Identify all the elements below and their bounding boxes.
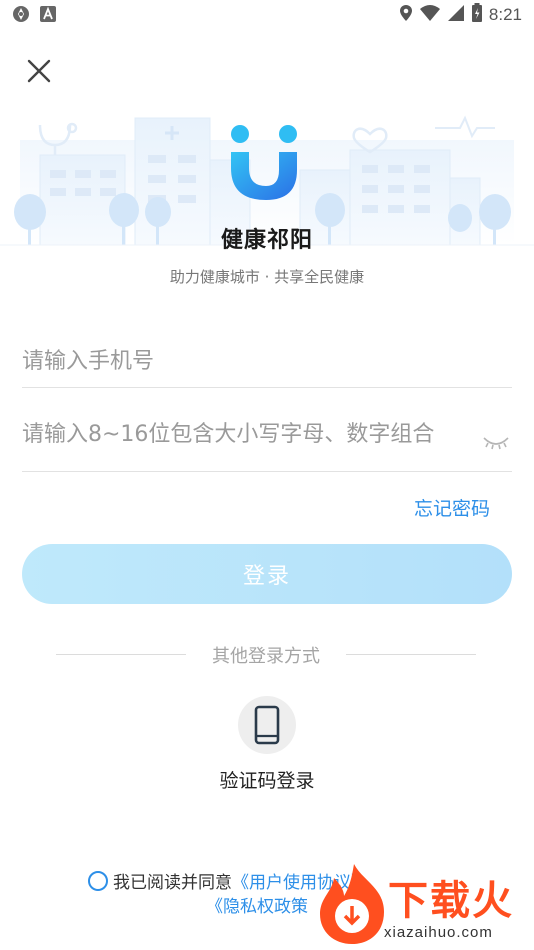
phone-icon xyxy=(254,705,280,745)
watermark-brand: 下载火 xyxy=(388,878,514,924)
app-slogan: 助力健康城市 · 共享全民健康 xyxy=(169,268,365,286)
app-logo xyxy=(226,124,308,206)
divider-line-right xyxy=(346,654,476,655)
status-right: 8:21 xyxy=(399,3,522,27)
close-button[interactable] xyxy=(22,54,56,88)
signal-icon xyxy=(447,4,465,26)
close-icon xyxy=(27,59,51,83)
battery-icon xyxy=(471,3,483,27)
password-field[interactable]: 请输入8~16位包含大小写字母、数字组合 xyxy=(22,416,512,472)
watermark: 下载火 xiazaihuo.com xyxy=(314,862,534,950)
app-notification-icon xyxy=(12,5,30,27)
watermark-url: xiazaihuo.com xyxy=(384,924,493,941)
other-login-divider: 其他登录方式 xyxy=(56,642,476,668)
status-time: 8:21 xyxy=(488,5,522,24)
sms-code-login-button[interactable]: 验证码登录 xyxy=(196,696,338,796)
fire-logo-icon xyxy=(320,864,384,944)
agreement-checkbox[interactable] xyxy=(88,871,108,891)
app-name: 健康祁阳 xyxy=(220,228,313,253)
privacy-policy-link[interactable]: 《隐私权政策 xyxy=(206,892,308,917)
sms-icon-circle xyxy=(238,696,296,754)
forgot-password-link[interactable]: 忘记密码 xyxy=(414,494,490,521)
wifi-icon xyxy=(419,4,441,26)
show-password-toggle[interactable] xyxy=(482,434,510,452)
sms-login-label: 验证码登录 xyxy=(219,770,315,792)
password-input[interactable]: 请输入8~16位包含大小写字母、数字组合 xyxy=(22,418,484,452)
eye-closed-icon xyxy=(483,437,509,450)
location-icon xyxy=(399,4,413,26)
phone-field xyxy=(22,336,512,388)
status-left xyxy=(12,5,56,27)
login-button[interactable]: 登录 xyxy=(22,544,512,604)
a-notification-icon xyxy=(40,6,56,26)
phone-input[interactable] xyxy=(22,336,512,386)
status-bar: 8:21 xyxy=(0,0,534,28)
divider-label: 其他登录方式 xyxy=(212,646,320,667)
agreement-prefix: 我已阅读并同意 xyxy=(113,873,232,893)
